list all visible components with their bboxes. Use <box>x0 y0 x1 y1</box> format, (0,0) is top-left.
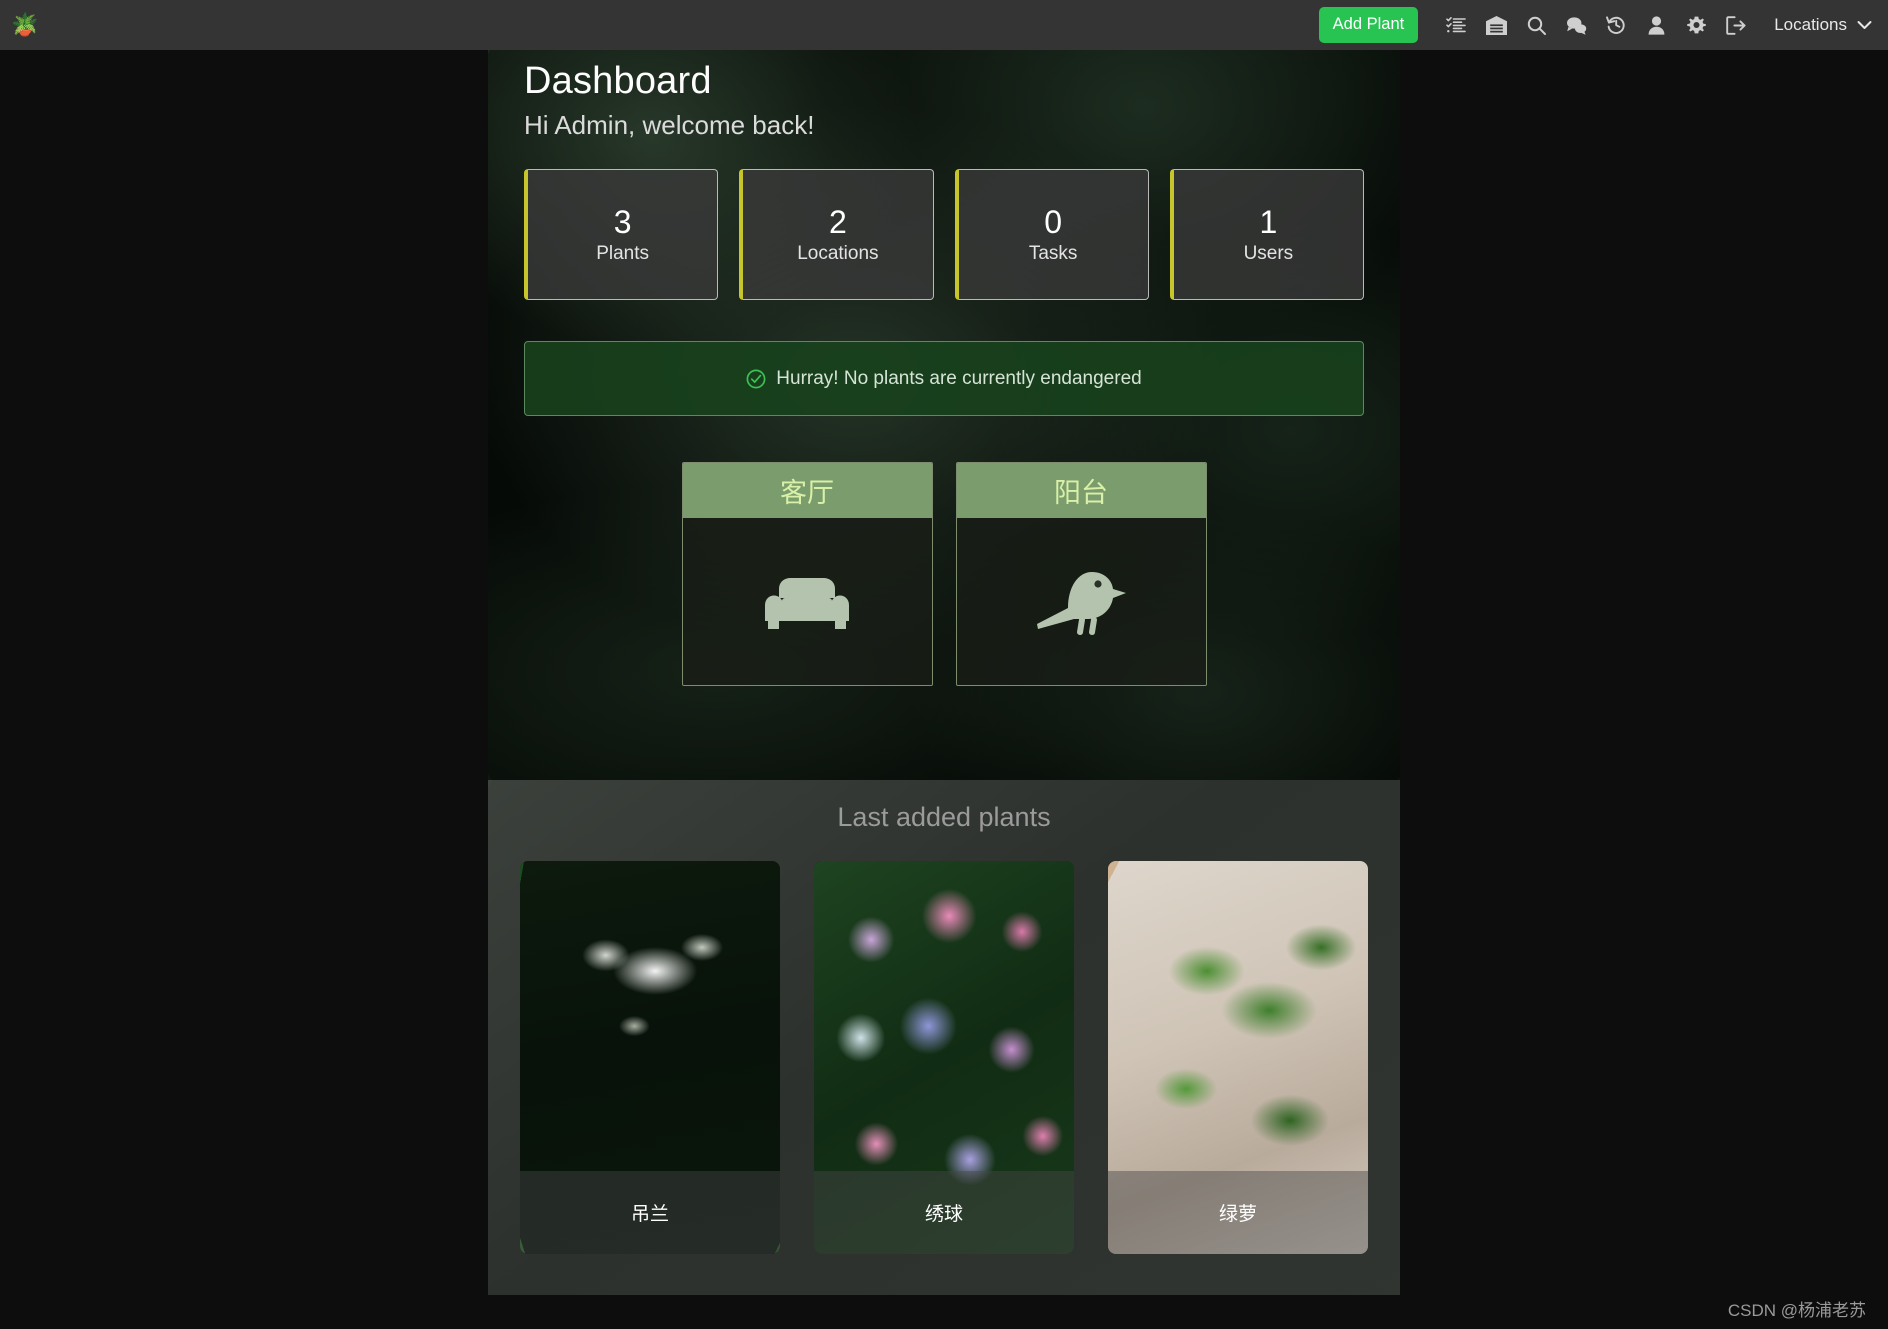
top-navbar: 🪴 Add Plant Locations <box>0 0 1888 50</box>
stat-label: Users <box>1243 243 1294 264</box>
plant-card-diaolan[interactable]: 吊兰 <box>520 861 780 1254</box>
location-tile-title: 阳台 <box>956 463 1206 518</box>
stat-value: 3 <box>613 204 632 240</box>
location-tile-living-room[interactable]: 客厅 <box>681 462 933 686</box>
csdn-watermark: CSDN @杨浦老苏 <box>1727 1301 1866 1320</box>
comments-icon[interactable] <box>1556 0 1596 50</box>
plant-card-lvluo[interactable]: 绿萝 <box>1108 861 1368 1254</box>
location-tiles-row: 客厅 阳台 <box>506 462 1382 686</box>
stat-card-locations[interactable]: 2 Locations <box>739 169 934 300</box>
chevron-down-icon <box>1857 15 1872 35</box>
page-body: Dashboard Hi Admin, welcome back! 3 Plan… <box>0 50 1888 1329</box>
plant-cards-grid: 吊兰 绣球 绿萝 <box>488 861 1400 1254</box>
locations-dropdown[interactable]: Locations <box>1774 15 1872 35</box>
gear-icon[interactable] <box>1676 0 1716 50</box>
plant-name: 吊兰 <box>520 1171 780 1254</box>
stat-card-tasks[interactable]: 0 Tasks <box>954 169 1149 300</box>
history-icon[interactable] <box>1596 0 1636 50</box>
search-icon[interactable] <box>1516 0 1556 50</box>
page-title: Dashboard <box>524 60 712 102</box>
location-tile-balcony[interactable]: 阳台 <box>955 462 1207 686</box>
warehouse-icon[interactable] <box>1476 0 1516 50</box>
hero-content: Dashboard Hi Admin, welcome back! 3 Plan… <box>488 60 1400 686</box>
check-circle-icon <box>746 369 766 389</box>
stat-card-users[interactable]: 1 Users <box>1169 169 1364 300</box>
potted-plant-logo[interactable]: 🪴 <box>10 10 40 40</box>
stat-label: Plants <box>596 243 650 264</box>
logout-icon[interactable] <box>1716 0 1756 50</box>
welcome-message: Hi Admin, welcome back! <box>524 110 815 140</box>
stat-label: Locations <box>797 243 879 264</box>
navbar-right-group: Add Plant Locations <box>1318 0 1888 50</box>
last-added-title: Last added plants <box>837 802 1051 832</box>
bird-icon <box>956 518 1206 685</box>
plant-card-xiuqiu[interactable]: 绣球 <box>814 861 1074 1254</box>
stat-value: 1 <box>1259 204 1278 240</box>
user-icon[interactable] <box>1636 0 1676 50</box>
hero-section: Dashboard Hi Admin, welcome back! 3 Plan… <box>488 50 1400 780</box>
stat-cards-row: 3 Plants 2 Locations 0 Tasks 1 Users <box>506 169 1382 300</box>
status-banner-text: Hurray! No plants are currently endanger… <box>776 367 1142 389</box>
content-column: Dashboard Hi Admin, welcome back! 3 Plan… <box>488 50 1400 1295</box>
locations-dropdown-label: Locations <box>1774 15 1847 34</box>
last-added-panel: Last added plants 吊兰 绣球 绿萝 <box>488 780 1400 1295</box>
tasks-list-icon[interactable] <box>1436 0 1476 50</box>
stat-value: 2 <box>828 204 847 240</box>
add-plant-button[interactable]: Add Plant <box>1318 7 1419 43</box>
stat-value: 0 <box>1044 204 1063 240</box>
stat-label: Tasks <box>1028 243 1078 264</box>
couch-icon <box>682 518 932 685</box>
location-tile-title: 客厅 <box>682 463 932 518</box>
plant-name: 绿萝 <box>1108 1171 1368 1254</box>
plant-name: 绣球 <box>814 1171 1074 1254</box>
stat-card-plants[interactable]: 3 Plants <box>524 169 719 300</box>
status-banner: Hurray! No plants are currently endanger… <box>524 341 1364 416</box>
